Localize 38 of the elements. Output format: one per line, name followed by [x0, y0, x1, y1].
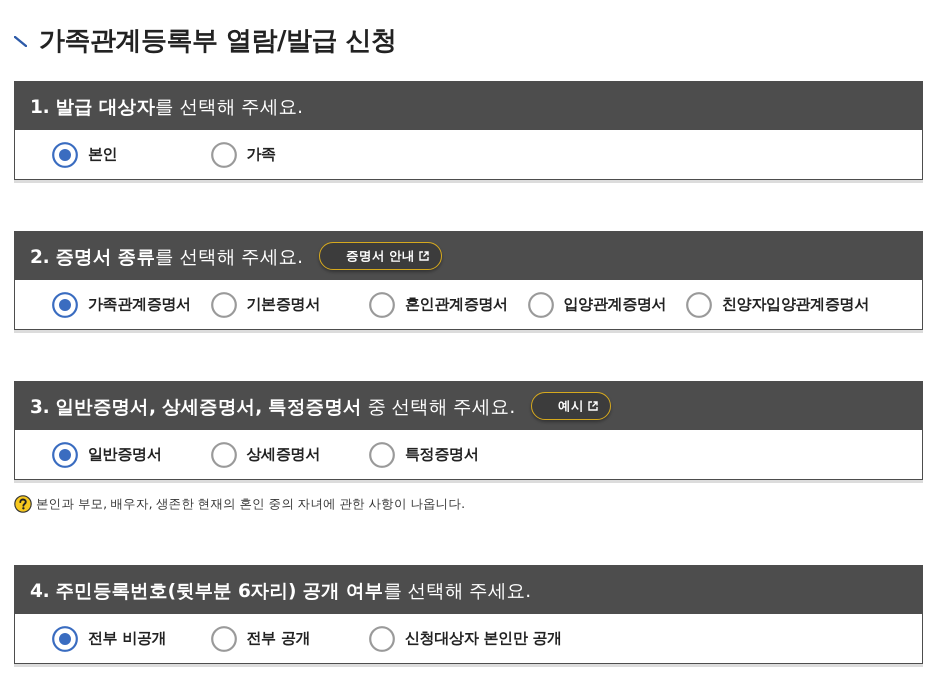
option-label[interactable]: 상세증명서: [246, 445, 320, 464]
section-heading: 4. 주민등록번호(뒷부분 6자리) 공개 여부를 선택해 주세요.: [30, 580, 531, 602]
radio-button[interactable]: [210, 626, 236, 652]
radio-button[interactable]: [52, 142, 78, 168]
radio-button[interactable]: [369, 442, 395, 468]
external-link-icon: [588, 401, 598, 411]
option-label[interactable]: 전부 공개: [246, 629, 310, 648]
radio-button[interactable]: [369, 292, 395, 318]
radio-button[interactable]: [52, 442, 78, 468]
radio-button[interactable]: [210, 442, 236, 468]
option-label[interactable]: 본인: [88, 145, 118, 164]
external-link-icon: [419, 251, 430, 261]
option-label[interactable]: 가족관계증명서: [88, 295, 191, 314]
info-button[interactable]: 예시: [530, 392, 611, 420]
option-label[interactable]: 가족: [246, 145, 276, 164]
radio-button[interactable]: [210, 142, 236, 168]
radio-button[interactable]: [52, 626, 78, 652]
section-heading: 1. 발급 대상자를 선택해 주세요.: [30, 96, 303, 118]
option-label[interactable]: 특정증명서: [405, 445, 479, 464]
help-icon: [14, 495, 32, 513]
section-heading: 2. 증명서 종류를 선택해 주세요.: [30, 246, 303, 268]
option-label[interactable]: 신청대상자 본인만 공개: [405, 629, 562, 648]
radio-button[interactable]: [528, 292, 554, 318]
section-heading: 3. 일반증명서, 상세증명서, 특정증명서 중 선택해 주세요.: [30, 396, 515, 418]
radio-button[interactable]: [686, 292, 712, 318]
option-label[interactable]: 기본증명서: [246, 295, 320, 314]
radio-button[interactable]: [52, 292, 78, 318]
radio-button[interactable]: [210, 292, 236, 318]
option-label[interactable]: 입양관계증명서: [564, 295, 666, 314]
option-label[interactable]: 혼인관계증명서: [405, 295, 508, 314]
slash-mark-icon: [14, 36, 27, 46]
hint-text: 본인과 부모, 배우자, 생존한 현재의 혼인 중의 자녀에 관한 사항이 나옵니다.: [36, 496, 465, 512]
info-button[interactable]: 증명서 안내: [318, 242, 442, 270]
radio-button[interactable]: [369, 626, 395, 652]
option-label[interactable]: 전부 비공개: [88, 629, 166, 648]
option-label[interactable]: 일반증명서: [88, 445, 162, 464]
option-label[interactable]: 친양자입양관계증명서: [722, 295, 870, 314]
page-title: 가족관계등록부 열람/발급 신청: [39, 24, 397, 58]
